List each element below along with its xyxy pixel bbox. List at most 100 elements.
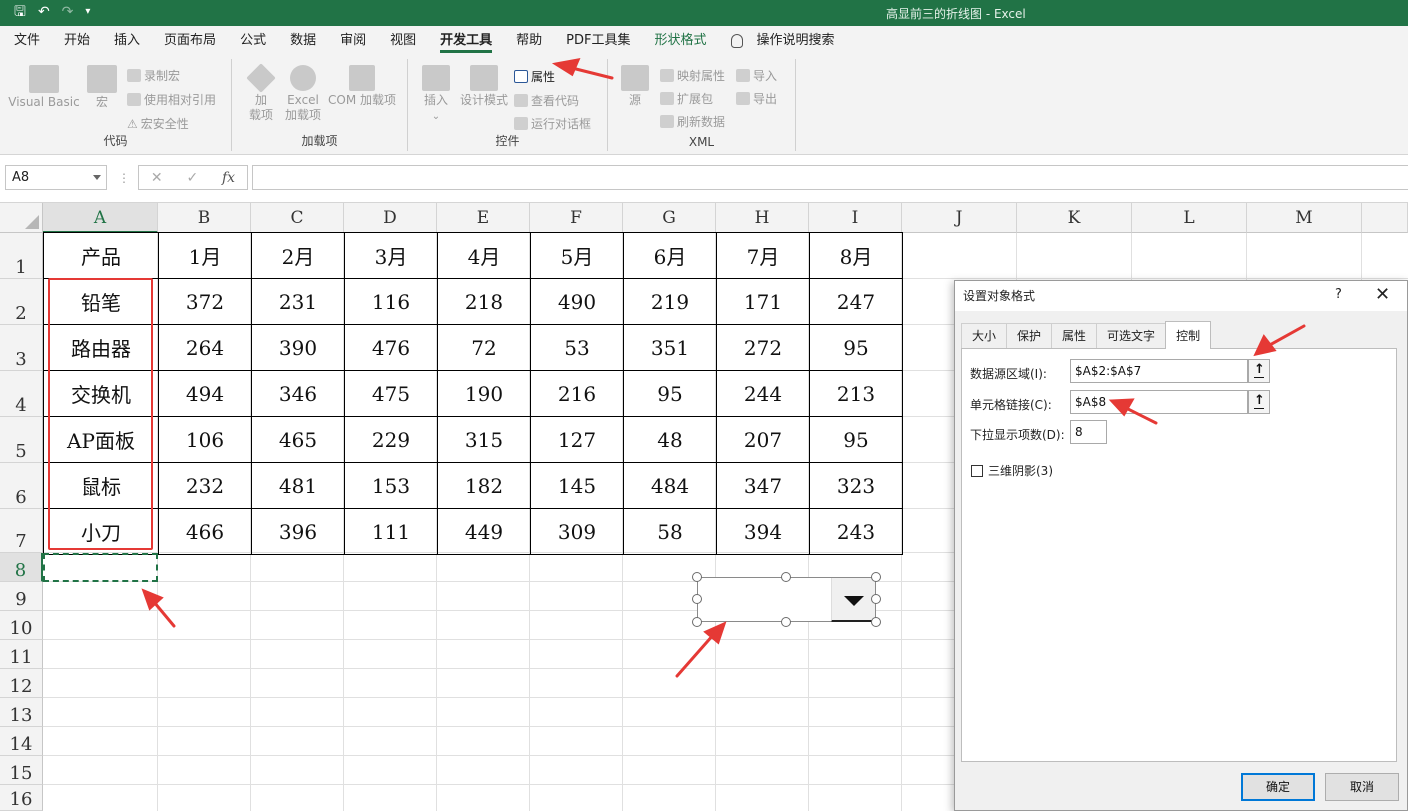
table-cell[interactable]: 229 — [344, 416, 438, 463]
tab-properties[interactable]: 属性 — [1051, 323, 1098, 349]
table-cell[interactable]: 171 — [716, 278, 810, 325]
collapse-dialog-icon[interactable] — [1248, 390, 1270, 414]
combo-box-control[interactable] — [697, 577, 876, 622]
source-button[interactable]: 源 — [620, 65, 650, 108]
help-icon[interactable]: ? — [1335, 287, 1342, 302]
tab-page-layout[interactable]: 页面布局 — [164, 27, 216, 55]
table-cell[interactable]: 116 — [344, 278, 438, 325]
macros-button[interactable]: 宏 — [84, 65, 120, 110]
column-header-i[interactable]: I — [809, 203, 902, 233]
table-cell[interactable]: 58 — [623, 508, 717, 555]
column-header-j[interactable]: J — [902, 203, 1017, 233]
cell-g1[interactable]: 6月 — [623, 232, 717, 279]
table-cell[interactable]: 264 — [158, 324, 252, 371]
table-cell[interactable]: 347 — [716, 462, 810, 509]
table-cell[interactable]: 394 — [716, 508, 810, 555]
row-header-13[interactable]: 13 — [0, 698, 43, 727]
table-cell[interactable]: 53 — [530, 324, 624, 371]
table-cell[interactable]: 466 — [158, 508, 252, 555]
table-cell[interactable]: 247 — [809, 278, 903, 325]
tab-control[interactable]: 控制 — [1165, 321, 1212, 349]
table-cell[interactable]: 145 — [530, 462, 624, 509]
row-header-12[interactable]: 12 — [0, 669, 43, 698]
column-header-n[interactable] — [1362, 203, 1408, 233]
ok-button[interactable]: 确定 — [1241, 773, 1315, 801]
undo-icon[interactable]: ↶ — [38, 3, 50, 21]
table-cell[interactable]: 127 — [530, 416, 624, 463]
table-cell[interactable]: 95 — [623, 370, 717, 417]
table-cell[interactable]: 372 — [158, 278, 252, 325]
column-header-e[interactable]: E — [437, 203, 530, 233]
tab-review[interactable]: 审阅 — [340, 27, 366, 55]
table-cell[interactable]: 490 — [530, 278, 624, 325]
table-cell[interactable]: 243 — [809, 508, 903, 555]
table-cell[interactable]: 465 — [251, 416, 345, 463]
resize-handle[interactable] — [692, 594, 702, 604]
view-code-button[interactable]: 查看代码 — [514, 92, 579, 109]
redo-icon[interactable]: ↷ — [62, 3, 74, 21]
table-cell[interactable]: 218 — [437, 278, 531, 325]
cell-c1[interactable]: 2月 — [251, 232, 345, 279]
insert-function-button[interactable]: fx — [222, 170, 235, 186]
resize-handle[interactable] — [781, 617, 791, 627]
row-header-11[interactable]: 11 — [0, 640, 43, 669]
table-cell[interactable]: 111 — [344, 508, 438, 555]
table-cell[interactable]: 190 — [437, 370, 531, 417]
tab-protection[interactable]: 保护 — [1006, 323, 1053, 349]
table-cell[interactable]: 232 — [158, 462, 252, 509]
cell-a1[interactable]: 产品 — [43, 232, 159, 279]
table-cell[interactable]: 216 — [530, 370, 624, 417]
column-header-a[interactable]: A — [43, 203, 158, 233]
record-macro-button[interactable]: 录制宏 — [127, 67, 180, 84]
checkbox-box[interactable] — [971, 464, 983, 477]
row-header-5[interactable]: 5 — [0, 417, 43, 463]
refresh-data-button[interactable]: 刷新数据 — [660, 113, 725, 130]
expansion-packs-button[interactable]: 扩展包 — [660, 90, 713, 107]
table-cell[interactable]: 476 — [344, 324, 438, 371]
macro-security-button[interactable]: ⚠ 宏安全性 — [127, 115, 189, 132]
table-cell[interactable]: 449 — [437, 508, 531, 555]
run-dialog-button[interactable]: 运行对话框 — [514, 115, 591, 132]
select-all-button[interactable] — [0, 203, 43, 233]
table-cell[interactable]: 106 — [158, 416, 252, 463]
table-cell[interactable]: 231 — [251, 278, 345, 325]
cancel-icon[interactable]: ✕ — [151, 170, 163, 186]
table-cell[interactable]: 219 — [623, 278, 717, 325]
visual-basic-button[interactable]: Visual Basic — [8, 65, 80, 110]
cell-e1[interactable]: 4月 — [437, 232, 531, 279]
cell-link-field[interactable]: $A$8 — [1070, 390, 1248, 414]
row-header-1[interactable]: 1 — [0, 233, 43, 279]
table-cell[interactable]: 346 — [251, 370, 345, 417]
export-button[interactable]: 导出 — [736, 90, 777, 107]
table-cell[interactable]: 207 — [716, 416, 810, 463]
table-cell[interactable]: 323 — [809, 462, 903, 509]
map-properties-button[interactable]: 映射属性 — [660, 67, 725, 84]
tell-me-search[interactable]: 操作说明搜索 — [757, 27, 835, 55]
tab-file[interactable]: 文件 — [14, 27, 40, 55]
addins-button[interactable]: 加 载项 — [242, 63, 280, 123]
column-header-b[interactable]: B — [158, 203, 251, 233]
table-cell[interactable]: 484 — [623, 462, 717, 509]
tab-alt-text[interactable]: 可选文字 — [1096, 323, 1167, 349]
row-header-15[interactable]: 15 — [0, 756, 43, 785]
table-cell[interactable]: 481 — [251, 462, 345, 509]
tab-shape-format[interactable]: 形状格式 — [654, 27, 706, 55]
table-cell[interactable]: 182 — [437, 462, 531, 509]
name-box[interactable]: A8 — [5, 165, 107, 190]
table-cell[interactable]: 494 — [158, 370, 252, 417]
row-header-4[interactable]: 4 — [0, 371, 43, 417]
tab-view[interactable]: 视图 — [390, 27, 416, 55]
save-icon[interactable]: 🖫 — [14, 3, 26, 21]
table-cell[interactable]: 153 — [344, 462, 438, 509]
column-header-f[interactable]: F — [530, 203, 623, 233]
table-cell[interactable]: 272 — [716, 324, 810, 371]
column-header-d[interactable]: D — [344, 203, 437, 233]
relative-refs-button[interactable]: 使用相对引用 — [127, 91, 216, 108]
table-cell[interactable]: 48 — [623, 416, 717, 463]
resize-handle[interactable] — [871, 572, 881, 582]
cell-d1[interactable]: 3月 — [344, 232, 438, 279]
tab-help[interactable]: 帮助 — [516, 27, 542, 55]
cell-f1[interactable]: 5月 — [530, 232, 624, 279]
collapse-dialog-icon[interactable] — [1248, 359, 1270, 383]
resize-handle[interactable] — [692, 617, 702, 627]
